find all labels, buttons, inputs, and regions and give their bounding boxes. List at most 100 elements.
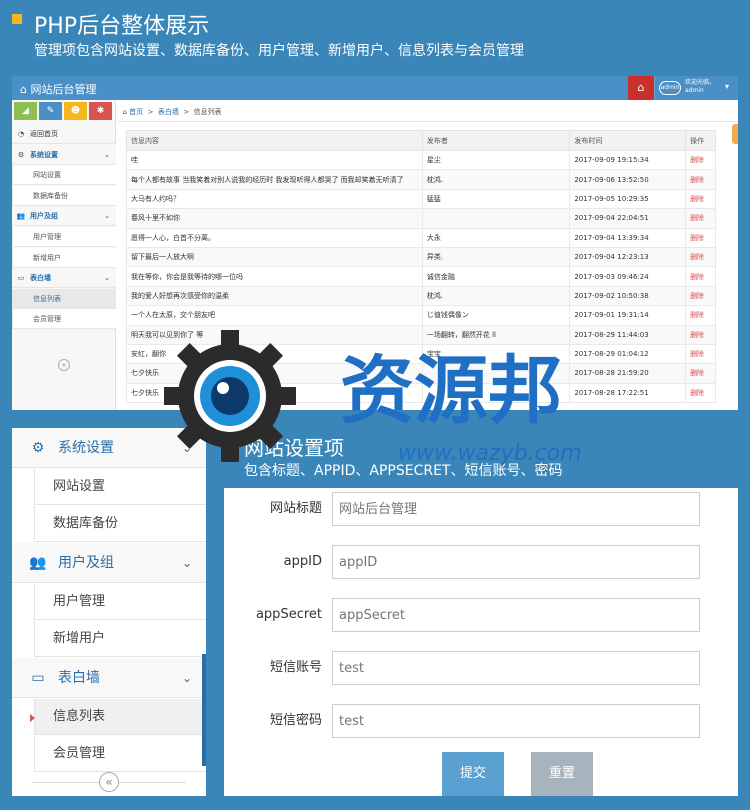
col-action: 操作 [685, 130, 716, 151]
cell-time: 2017-09-01 19:31:14 [569, 305, 687, 326]
breadcrumb: ⌂ 首页 > 表白墙 > 信息列表 [118, 102, 738, 122]
sidebar-collapse-large[interactable]: « [12, 768, 206, 796]
user-menu[interactable]: admin 欢迎光临， admin ▾ [654, 76, 738, 100]
sidebar-link[interactable]: 用户管理 [34, 584, 206, 620]
cell-time: 2017-09-09 19:15:34 [569, 149, 687, 171]
admin-preview: ⌂ 网站后台管理 ⌂ admin 欢迎光临， admin ▾ ◢ ✎ ☻ ✱ ◔ 返… [12, 76, 738, 410]
table-row: 一个人在太原，交个朋友吧 じ值钱偶像ン 2017-09-01 19:31:14 删除 [126, 305, 716, 326]
page-subtitle: 管理项包含网站设置、数据库备份、用户管理、新增用户、信息列表与会员管理 [34, 43, 524, 59]
sidebar-item[interactable]: 信息列表 [12, 288, 116, 309]
sidebar-link[interactable]: 数据库备份 [34, 506, 206, 542]
delete-link[interactable]: 删除 [685, 382, 716, 404]
sidebar-group[interactable]: 👥 用户及组 ⌄ [12, 543, 206, 583]
sidebar-group[interactable]: ⚙ 系统设置 ⌄ [12, 428, 206, 468]
breadcrumb-wall[interactable]: 表白墙 [158, 108, 179, 116]
delete-link[interactable]: 删除 [685, 266, 716, 287]
sidebar-item-label: 信息列表 [33, 294, 61, 303]
users-shortcut-button[interactable]: ☻ [64, 102, 87, 120]
field-input[interactable] [332, 545, 700, 579]
table-row: 我在等你，你会是我等待的哪一位吗 诚信金融 2017-09-03 09:46:24 删… [126, 266, 716, 287]
cell-time: 2017-09-03 09:46:24 [569, 266, 687, 287]
home-icon: ⌂ [122, 108, 127, 116]
reset-button[interactable]: 重置 [531, 752, 593, 796]
field-label: appSecret [255, 607, 322, 622]
field-input[interactable] [332, 492, 700, 526]
table-row: 安红，翻你 宝宝 2017-08-29 01:04:12 删除 [126, 343, 716, 365]
sidebar-group-label: 表白墙 [58, 670, 100, 686]
sidebar-group[interactable]: ▭ 表白墙 ⌄ [12, 658, 206, 698]
cell-author: 枕鸿. [421, 169, 571, 190]
delete-link[interactable]: 删除 [685, 363, 716, 384]
breadcrumb-home[interactable]: 首页 [129, 108, 143, 116]
sidebar-link[interactable]: 新增用户 [34, 621, 206, 657]
delete-link[interactable]: 删除 [685, 246, 716, 268]
delete-link[interactable]: 删除 [685, 208, 716, 229]
cell-author: 诚信金融 [421, 266, 571, 287]
table-row: 明天我可以见到你了 等一场翻转，翻然开花 ll 2017-08-29 11:44:… [126, 324, 716, 345]
settings-shortcut-button[interactable]: ✱ [89, 102, 112, 120]
sidebar-item-label: 数据库备份 [33, 191, 68, 200]
cell-author: 宝宝 [421, 343, 571, 365]
settings-form: 网站标题 appID appSecret 短信账号短信密码 提交 重置 [224, 488, 738, 796]
sidebar-item-label: 新增用户 [33, 253, 61, 262]
cell-content: 明天我可以见到你了 等 [126, 324, 423, 345]
submit-button[interactable]: 提交 [442, 752, 504, 796]
cell-content: 愿得一人心，白首不分离。 [126, 227, 423, 248]
cell-content: 留下最后一人放大啊 [126, 246, 423, 268]
delete-link[interactable]: 删除 [685, 324, 716, 345]
col-content: 信息内容 [126, 130, 423, 151]
sidebar-item[interactable]: 用户管理 [12, 227, 116, 247]
monitor-icon: ▭ [31, 670, 45, 686]
sidebar-group-label: 用户及组 [58, 555, 114, 571]
cell-content: 每个人都有故事 当我笑着对别人说我的经历时 我发现听得人都哭了 而我却笑着无听清… [126, 169, 423, 190]
field-input[interactable] [332, 598, 700, 632]
sidebar-item[interactable]: 数据库备份 [12, 185, 116, 206]
settings-tab[interactable] [732, 124, 738, 144]
cell-author: 一场翻转，翻然开花 ll [421, 324, 571, 345]
col-author: 发布者 [421, 130, 571, 151]
delete-link[interactable]: 删除 [685, 305, 716, 326]
delete-link[interactable]: 删除 [685, 169, 716, 190]
sidebar-link[interactable]: 网站设置 [34, 469, 206, 505]
sidebar-link[interactable]: 会员管理 [34, 736, 206, 772]
field-label: 网站标题 [269, 501, 322, 516]
sidebar-item[interactable]: 👥 用户及组 ⌄ [12, 206, 116, 227]
chevron-down-icon: ⌄ [181, 441, 192, 455]
message-table: 信息内容 发布者 发布时间 操作 哇星尘 2017-09-09 19:15:34 删… [126, 130, 716, 404]
delete-link[interactable]: 删除 [685, 227, 716, 248]
chevron-down-icon: ⌄ [104, 274, 110, 283]
chevron-down-icon: ⌄ [181, 556, 192, 570]
sidebar-item[interactable]: 会员管理 [12, 309, 116, 330]
home-button[interactable]: ⌂ [628, 76, 654, 100]
edit-shortcut-button[interactable]: ✎ [39, 102, 62, 120]
caret-down-icon: ▾ [725, 82, 730, 91]
section-bullet [224, 440, 234, 450]
table-row: 大马有人约吗？ 猛猛 2017-09-05 10:29:35 删除 [126, 188, 716, 210]
delete-link[interactable]: 删除 [685, 285, 716, 307]
sidebar-item[interactable]: 新增用户 [12, 247, 116, 268]
cell-content: 我的爱人好想再次感受你的温柔 [126, 285, 423, 307]
delete-link[interactable]: 删除 [685, 149, 716, 171]
cell-time: 2017-09-06 13:52:50 [569, 169, 687, 190]
breadcrumb-current: 信息列表 [193, 108, 222, 116]
delete-link[interactable]: 删除 [685, 343, 716, 365]
admin-brand[interactable]: ⌂ 网站后台管理 [20, 81, 96, 97]
field-input[interactable] [332, 651, 700, 685]
cell-author: 枕鸿. [421, 285, 571, 307]
sidebar-item[interactable]: ⚙ 系统设置 ⌄ [12, 144, 116, 165]
sidebar-item[interactable]: 网站设置 [12, 165, 116, 186]
cell-content: 我在等你，你会是我等待的哪一位吗 [126, 266, 423, 287]
admin-sidebar: ◢ ✎ ☻ ✱ ◔ 返回首页 ⚙ 系统设置 ⌄ 网站设置数据库备份 👥 用户及组 ⌄ 用户管理新增… [12, 100, 116, 410]
sidebar-link[interactable]: 信息列表 [34, 699, 206, 735]
chart-shortcut-button[interactable]: ◢ [14, 102, 37, 120]
users-icon: 👥 [29, 555, 47, 571]
sidebar-item[interactable]: ▭ 表白墙 ⌄ [12, 268, 116, 289]
title-bullet [12, 14, 22, 24]
sidebar-collapse[interactable]: « [12, 352, 116, 371]
table-row: 七夕快乐 2017-08-28 21:59:20 删除 [126, 363, 716, 384]
sidebar-item[interactable]: ◔ 返回首页 [12, 124, 116, 144]
user-greeting: 欢迎光临， admin [685, 79, 716, 94]
field-input[interactable] [332, 704, 700, 738]
delete-link[interactable]: 删除 [685, 188, 716, 210]
cell-time: 2017-08-29 01:04:12 [569, 343, 687, 365]
